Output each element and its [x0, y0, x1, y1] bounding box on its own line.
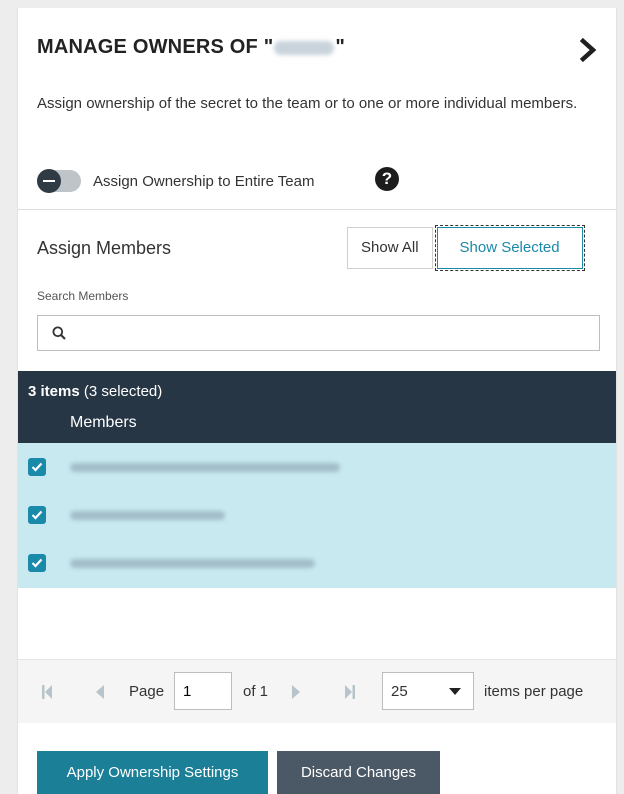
page-number-input[interactable]: [174, 672, 232, 710]
caret-down-icon: [449, 688, 461, 695]
item-count-selected: (3 selected): [83, 383, 163, 400]
item-count: 3 items (3 selected): [28, 383, 162, 400]
page-total-label: of 1: [243, 683, 269, 700]
search-input[interactable]: [74, 316, 599, 350]
page-title: MANAGE OWNERS OF " ": [37, 36, 600, 59]
checkmark-icon: [31, 510, 43, 520]
member-filter-group: Show All Show Selected: [347, 225, 585, 271]
items-per-page-value: 25: [391, 683, 408, 700]
first-page-icon[interactable]: [42, 685, 52, 699]
search-icon: [52, 326, 66, 340]
apply-ownership-settings-button[interactable]: Apply Ownership Settings: [37, 751, 268, 794]
title-suffix: ": [335, 36, 346, 58]
table-row[interactable]: [18, 491, 616, 539]
table-row[interactable]: [18, 443, 616, 491]
redacted-secret-name: [274, 40, 335, 55]
description-text: Assign ownership of the secret to the te…: [37, 95, 578, 112]
last-page-icon[interactable]: [345, 685, 355, 699]
team-ownership-toggle[interactable]: [37, 169, 81, 193]
discard-changes-button[interactable]: Discard Changes: [277, 751, 440, 794]
item-count-total: 3 items: [28, 383, 80, 400]
assign-members-title: Assign Members: [37, 238, 172, 258]
show-selected-button[interactable]: Show Selected: [434, 225, 585, 271]
row-checkbox[interactable]: [28, 506, 46, 524]
panel-header: MANAGE OWNERS OF " ": [37, 36, 600, 70]
page-label: Page: [129, 683, 165, 700]
members-list: [18, 443, 616, 588]
checkmark-icon: [31, 462, 43, 472]
team-ownership-label: Assign Ownership to Entire Team: [93, 172, 315, 190]
show-all-button[interactable]: Show All: [347, 227, 433, 269]
items-per-page-select[interactable]: 25: [382, 672, 474, 710]
redacted-member-name: [70, 510, 225, 520]
items-per-page-label: items per page: [484, 683, 584, 700]
previous-page-icon[interactable]: [96, 685, 104, 699]
row-checkbox[interactable]: [28, 554, 46, 572]
toggle-knob: [37, 169, 61, 193]
checkmark-icon: [31, 558, 43, 568]
redacted-member-name: [70, 462, 340, 472]
question-circle-icon[interactable]: ?: [375, 167, 399, 191]
next-page-icon[interactable]: [292, 685, 300, 699]
search-members-label: Search Members: [37, 289, 129, 303]
table-row[interactable]: [18, 539, 616, 587]
row-checkbox[interactable]: [28, 458, 46, 476]
search-box: [37, 315, 600, 351]
pagination-bar: Page of 1 25 items per page: [18, 659, 616, 723]
team-ownership-row: Assign Ownership to Entire Team: [37, 168, 315, 194]
title-prefix: MANAGE OWNERS OF ": [37, 36, 274, 58]
manage-owners-panel: MANAGE OWNERS OF " " Assign ownership of…: [17, 8, 617, 794]
chevron-right-icon[interactable]: [578, 37, 600, 63]
section-divider: [18, 209, 616, 210]
redacted-member-name: [70, 558, 315, 568]
column-header-members[interactable]: Members: [70, 414, 137, 432]
members-table-header: 3 items (3 selected) Members: [18, 371, 616, 443]
